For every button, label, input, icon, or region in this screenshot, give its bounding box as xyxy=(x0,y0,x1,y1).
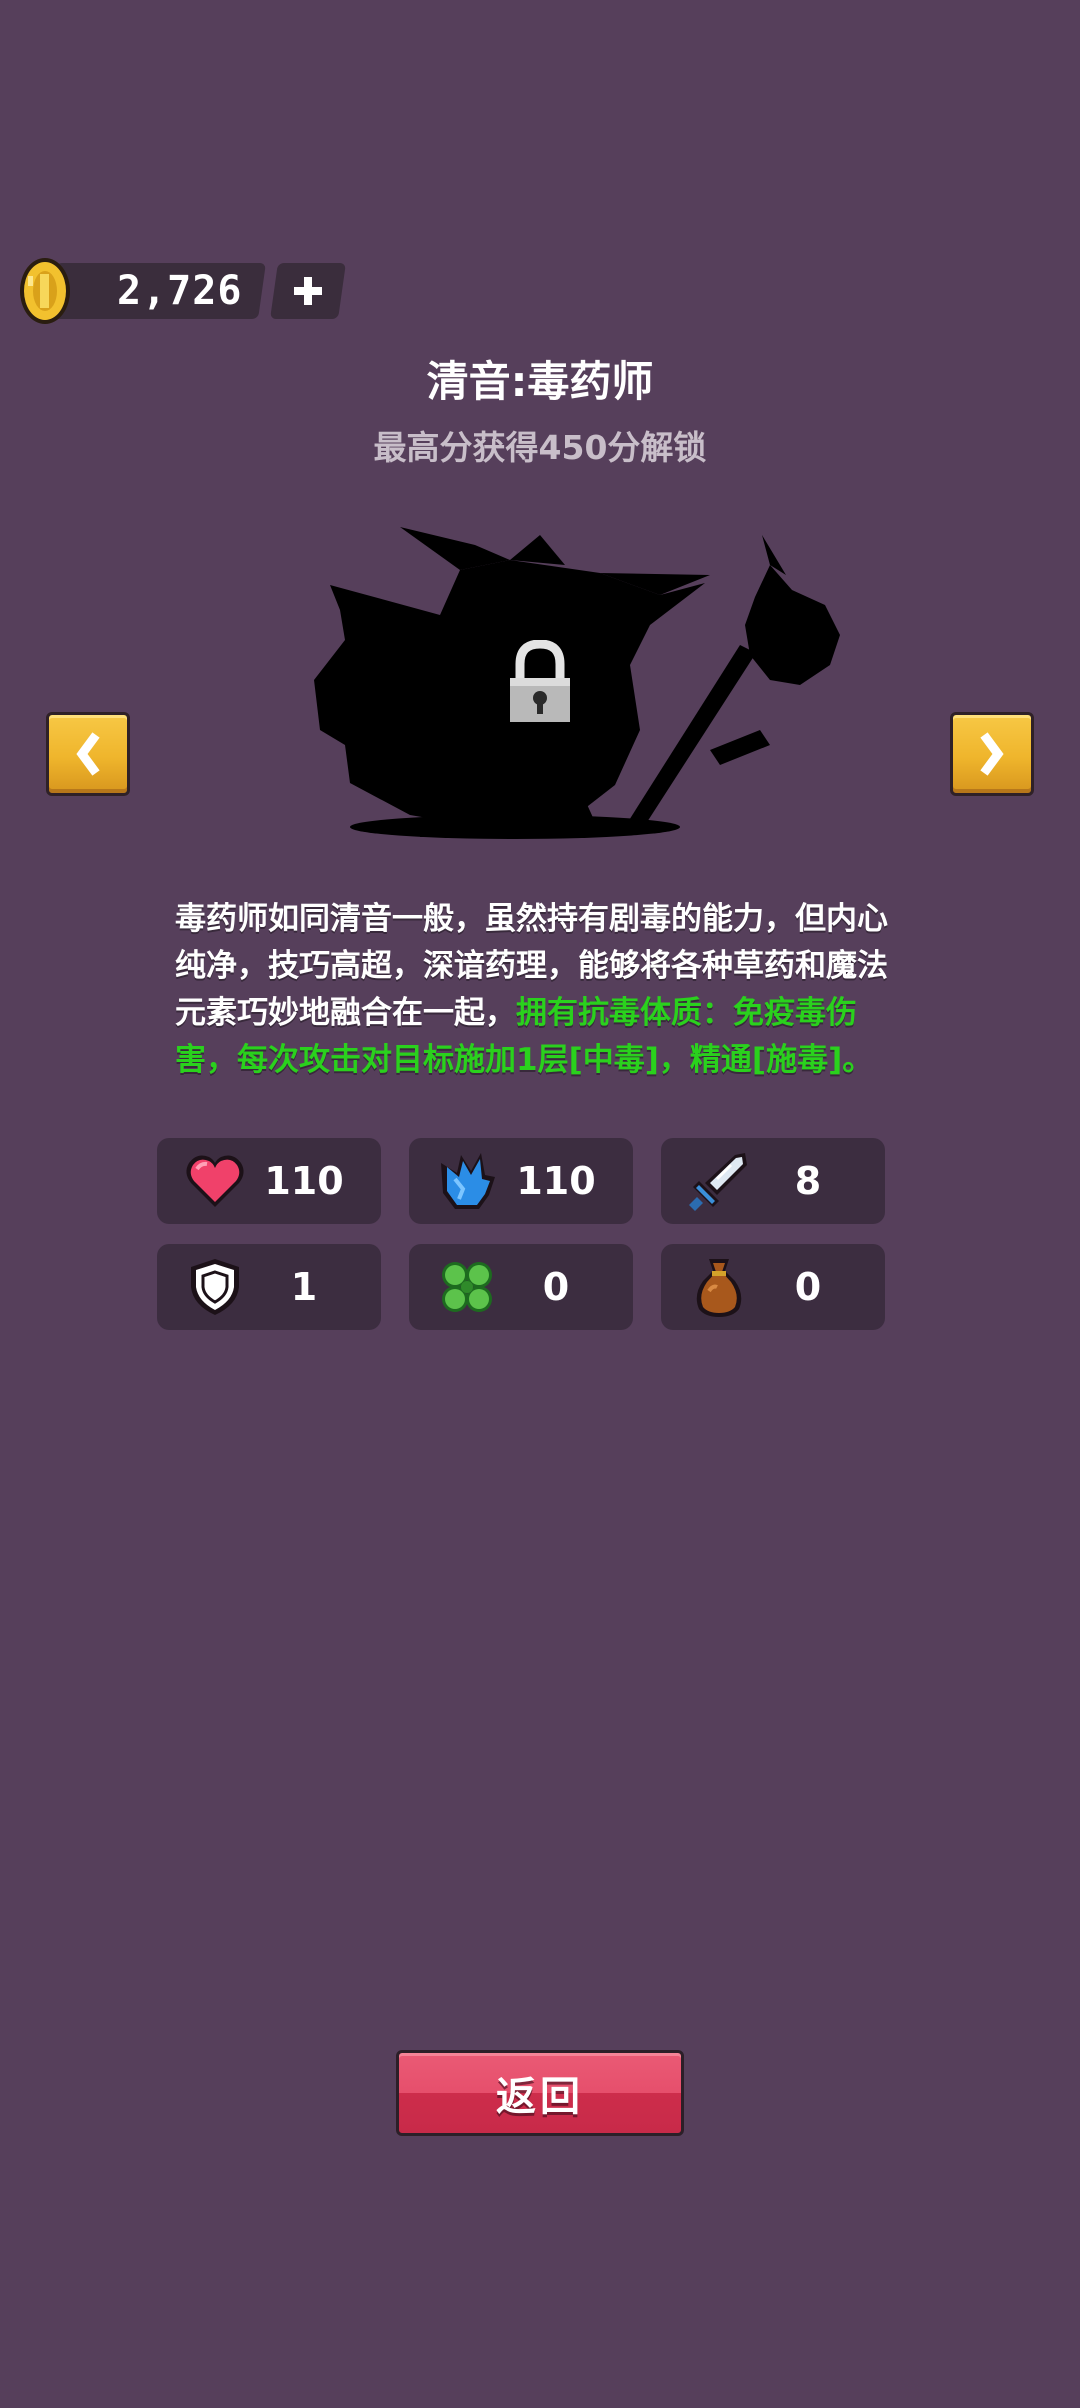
character-name: 清音:毒药师 xyxy=(426,357,654,406)
add-coins-button[interactable] xyxy=(270,263,346,319)
stat-gold-value: 0 xyxy=(794,1265,822,1309)
chevron-right-icon xyxy=(980,732,1004,776)
lock-icon xyxy=(506,639,574,726)
plus-icon xyxy=(294,277,322,305)
stat-defense-value: 1 xyxy=(290,1265,318,1309)
gold-coin-icon xyxy=(18,256,72,326)
next-character-button[interactable] xyxy=(950,712,1034,796)
previous-character-button[interactable] xyxy=(46,712,130,796)
character-silhouette xyxy=(300,515,850,855)
stat-luck-value: 0 xyxy=(542,1265,570,1309)
stat-gold: 0 xyxy=(661,1244,885,1330)
unlock-condition: 最高分获得450分解锁 xyxy=(373,428,707,467)
coin-amount: 2,726 xyxy=(116,268,242,314)
stat-health: 110 xyxy=(157,1138,381,1224)
stats-grid: 110 110 8 1 0 0 xyxy=(157,1138,885,1330)
back-button[interactable]: 返回 xyxy=(396,2050,684,2136)
chevron-left-icon xyxy=(76,732,100,776)
coin-bar: 2,726 xyxy=(18,256,346,326)
heart-icon xyxy=(186,1155,244,1207)
stat-attack: 8 xyxy=(661,1138,885,1224)
character-description: 毒药师如同清音一般，虽然持有剧毒的能力，但内心纯净，技巧高超，深谙药理，能够将各… xyxy=(175,896,910,1084)
clover-icon xyxy=(442,1262,492,1312)
money-bag-icon xyxy=(696,1259,742,1317)
shield-icon xyxy=(191,1259,239,1315)
stat-defense: 1 xyxy=(157,1244,381,1330)
stat-health-value: 110 xyxy=(264,1159,344,1203)
stat-energy-value: 110 xyxy=(516,1159,596,1203)
coin-counter: 2,726 xyxy=(48,263,266,319)
energy-crystal-icon xyxy=(441,1153,495,1209)
stat-attack-value: 8 xyxy=(794,1159,822,1203)
stat-energy: 110 xyxy=(409,1138,633,1224)
stat-luck: 0 xyxy=(409,1244,633,1330)
sword-icon xyxy=(689,1153,747,1211)
